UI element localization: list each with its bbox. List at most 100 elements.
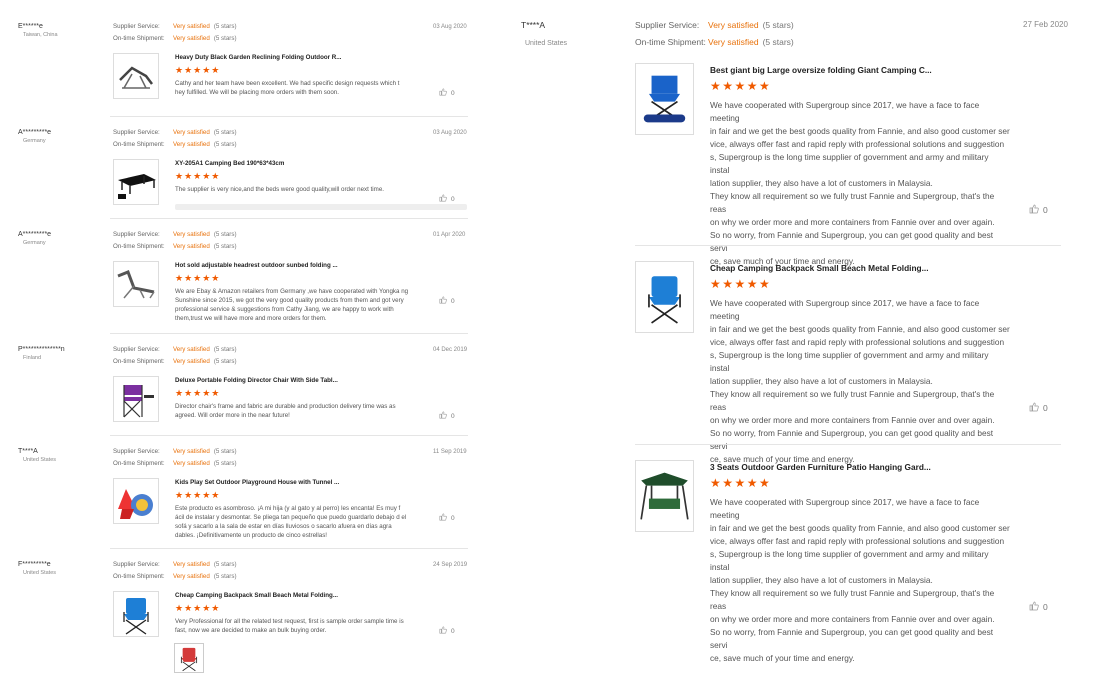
supplier-service-rating-value: Very satisfied [173, 448, 210, 455]
sunbed-icon [114, 262, 158, 306]
thumbs-up-icon [439, 194, 451, 203]
review-date: 11 Sep 2019 [433, 449, 467, 455]
on-time-shipment-rating: On-time Shipment: Very satisfied (5 stars) [113, 356, 237, 368]
like-count: 0 [451, 413, 455, 420]
on-time-shipment-rating-label: On-time Shipment: [113, 460, 165, 467]
like-button[interactable]: 0 [1029, 402, 1048, 413]
product-title[interactable]: XY-205A1 Camping Bed 190*63*43cm [175, 160, 284, 167]
product-title[interactable]: Heavy Duty Black Garden Reclining Foldin… [175, 54, 341, 61]
review-text-line: vice, always offer fast and rapid reply … [710, 139, 1005, 149]
like-button[interactable]: 0 [439, 88, 455, 97]
thumbs-up-icon [1029, 601, 1043, 612]
reviewer-name: A*********e [18, 231, 52, 238]
product-thumbnail[interactable] [113, 591, 159, 637]
review-text-line: They know all requirement so we fully tr… [710, 588, 995, 611]
reviewer: A*********e Germany [18, 230, 51, 248]
on-time-shipment-rating: On-time Shipment: Very satisfied (5 stars) [635, 34, 794, 51]
garden-swing-icon [636, 461, 693, 531]
on-time-shipment-rating-label: On-time Shipment: [113, 358, 165, 365]
review-stars: ★★★★★ [710, 476, 772, 490]
on-time-shipment-rating-stars: (5 stars) [213, 358, 237, 365]
on-time-shipment-rating-value: Very satisfied [173, 358, 210, 365]
product-title[interactable]: Kids Play Set Outdoor Playground House w… [175, 479, 339, 486]
on-time-shipment-rating-value: Very satisfied [173, 573, 210, 580]
supplier-service-rating: Supplier Service: Very satisfied (5 stars) [113, 229, 237, 241]
product-thumbnail[interactable] [113, 159, 159, 205]
giant-camping-chair-icon [636, 64, 693, 134]
like-button[interactable]: 0 [439, 626, 455, 635]
ratings-block: Supplier Service: Very satisfied (5 stars)… [113, 559, 237, 583]
on-time-shipment-rating: On-time Shipment: Very satisfied (5 stars) [113, 33, 237, 45]
review-text-line: We have cooperated with Supergroup since… [710, 298, 980, 321]
like-button[interactable]: 0 [439, 296, 455, 305]
reviewer-country: Finland [23, 355, 42, 361]
review-text-line: So no worry, from Fannie and Supergroup,… [710, 230, 994, 253]
review-photo-thumbnail[interactable] [174, 643, 204, 673]
product-thumbnail[interactable] [113, 261, 159, 307]
supplier-service-rating-value: Very satisfied [708, 20, 759, 30]
supplier-service-rating-stars: (5 stars) [213, 561, 237, 568]
reviewer-country: Germany [23, 138, 46, 144]
review-text-line: s, Supergroup is the long time supplier … [710, 350, 989, 373]
product-thumbnail[interactable] [113, 478, 159, 524]
review-text-line: They know all requirement so we fully tr… [710, 389, 995, 412]
right-review-panel: T****A United States Supplier Service: Very… [500, 0, 1103, 682]
loading-bar [175, 204, 467, 210]
reviewer: F*********e United States [18, 560, 56, 578]
review-date: 03 Aug 2020 [433, 130, 467, 136]
supplier-service-rating-value: Very satisfied [173, 23, 210, 30]
supplier-service-rating-value: Very satisfied [173, 231, 210, 238]
review-date: 24 Sep 2019 [433, 562, 468, 568]
ratings-block: Supplier Service: Very satisfied (5 stars)… [113, 446, 237, 470]
on-time-shipment-rating-label: On-time Shipment: [635, 37, 706, 47]
reviewer-country: United States [525, 40, 568, 47]
reviewer-name: P**************n [18, 346, 65, 353]
supplier-service-rating: Supplier Service: Very satisfied (5 stars) [113, 21, 237, 33]
product-title[interactable]: Cheap Camping Backpack Small Beach Metal… [710, 263, 929, 273]
product-title[interactable]: Hot sold adjustable headrest outdoor sun… [175, 262, 338, 269]
on-time-shipment-rating-stars: (5 stars) [213, 141, 237, 148]
review-divider [635, 245, 1061, 246]
like-count: 0 [451, 196, 455, 203]
product-thumbnail[interactable] [635, 63, 694, 135]
product-title[interactable]: Cheap Camping Backpack Small Beach Metal… [175, 592, 338, 599]
review-date: 04 Dec 2019 [433, 347, 468, 353]
on-time-shipment-rating: On-time Shipment: Very satisfied (5 stars) [113, 241, 237, 253]
product-thumbnail[interactable] [635, 261, 694, 333]
product-title[interactable]: Deluxe Portable Folding Director Chair W… [175, 377, 338, 384]
review-stars: ★★★★★ [175, 603, 221, 613]
product-thumbnail[interactable] [113, 376, 159, 422]
review-text-line: in fair and we get the best goods qualit… [710, 523, 1010, 533]
like-button[interactable]: 0 [439, 194, 455, 203]
review-text-line: on why we order more and more containers… [710, 415, 995, 425]
left-review-panel: E******e Taiwan, China Supplier Service: Ve… [0, 0, 480, 682]
review-text-line: vice, always offer fast and rapid reply … [710, 337, 1005, 347]
like-count: 0 [451, 90, 455, 97]
supplier-service-rating: Supplier Service: Very satisfied (5 stars) [113, 446, 237, 458]
review-date: 27 Feb 2020 [1023, 20, 1068, 29]
review-text: Cathy and her team have been excellent. … [175, 80, 400, 96]
review-text-line: ce, save much of your time and energy. [710, 653, 855, 663]
supplier-service-rating-label: Supplier Service: [113, 346, 160, 353]
review-text: Este producto es asombroso. ¡A mi hija (… [175, 505, 407, 539]
product-thumbnail[interactable] [635, 460, 694, 532]
on-time-shipment-rating-stars: (5 stars) [213, 243, 237, 250]
reviewer-name: T****A [18, 448, 38, 455]
like-button[interactable]: 0 [439, 411, 455, 420]
supplier-service-rating: Supplier Service: Very satisfied (5 stars) [113, 127, 237, 139]
supplier-service-rating-stars: (5 stars) [213, 129, 237, 136]
like-count: 0 [1043, 403, 1048, 413]
like-button[interactable]: 0 [1029, 204, 1048, 215]
thumbs-up-icon [439, 513, 451, 522]
product-title[interactable]: 3 Seats Outdoor Garden Furniture Patio H… [710, 462, 931, 472]
review-stars: ★★★★★ [710, 277, 772, 291]
product-thumbnail[interactable] [113, 53, 159, 99]
like-button[interactable]: 0 [1029, 601, 1048, 612]
reviewer-name: A*********e [18, 129, 52, 136]
product-title[interactable]: Best giant big Large oversize folding Gi… [710, 65, 932, 75]
like-button[interactable]: 0 [439, 513, 455, 522]
supplier-service-rating-label: Supplier Service: [113, 561, 160, 568]
on-time-shipment-rating-label: On-time Shipment: [113, 141, 165, 148]
review-stars: ★★★★★ [175, 273, 221, 283]
on-time-shipment-rating-value: Very satisfied [173, 141, 210, 148]
